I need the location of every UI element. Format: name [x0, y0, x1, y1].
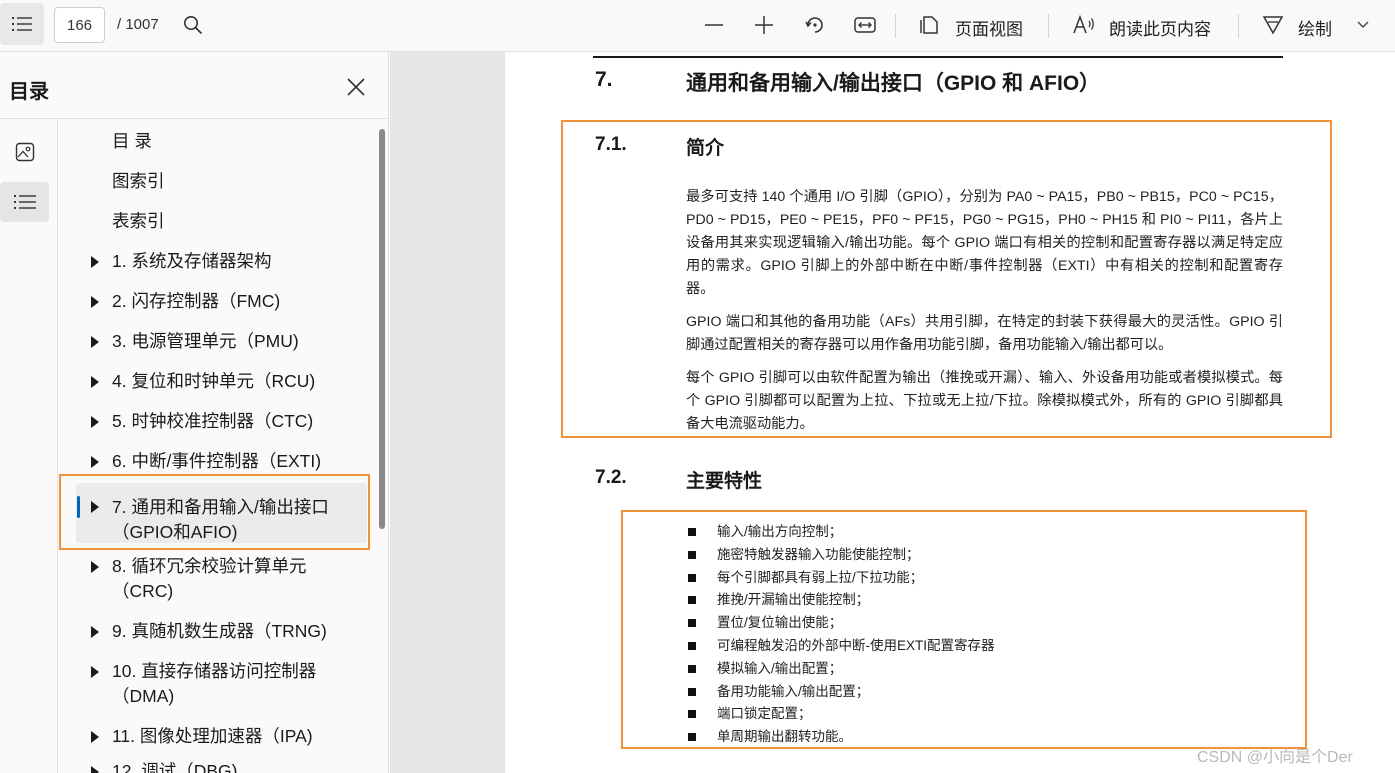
toc-item[interactable]: 4. 复位和时钟单元（RCU) — [59, 369, 369, 394]
draw-icon-wrap[interactable] — [1260, 12, 1286, 38]
page-view-button[interactable]: 页面视图 — [955, 15, 1023, 40]
plus-icon — [755, 16, 773, 34]
read-aloud-button[interactable]: 朗读此页内容 — [1109, 15, 1211, 40]
draw-icon — [1262, 16, 1284, 35]
draw-options-dropdown[interactable] — [1350, 12, 1376, 38]
toc-item-label: 4. 复位和时钟单元（RCU) — [112, 371, 316, 391]
highlight-box — [59, 474, 370, 550]
page-number-input[interactable]: 166 — [54, 7, 105, 43]
expand-arrow-icon[interactable] — [91, 666, 99, 678]
read-aloud-icon — [1073, 14, 1094, 34]
section-title: 主要特性 — [686, 471, 763, 492]
expand-arrow-icon[interactable] — [91, 561, 99, 573]
list-icon — [13, 195, 36, 209]
chapter-number: 7. — [595, 68, 613, 91]
toc-item-label: 9. 真随机数生成器（TRNG) — [112, 621, 327, 641]
toc-item-label: 11. 图像处理加速器（IPA) — [112, 726, 313, 746]
close-icon — [347, 78, 365, 96]
highlight-box — [561, 120, 1332, 438]
fit-width-button[interactable] — [852, 12, 878, 38]
expand-arrow-icon[interactable] — [91, 456, 99, 468]
toc-item[interactable]: 5. 时钟校准控制器（CTC) — [59, 409, 369, 434]
toc-item-label: 表索引 — [112, 211, 165, 231]
chapter-rule — [593, 56, 1283, 58]
toc-item-label: 3. 电源管理单元（PMU) — [112, 331, 299, 351]
sidebar-rail — [0, 119, 58, 773]
list-icon — [12, 17, 32, 31]
rotate-icon — [805, 17, 823, 33]
toc-item-label: 5. 时钟校准控制器（CTC) — [112, 411, 314, 431]
toc-item-label: 6. 中断/事件控制器（EXTI) — [112, 451, 322, 471]
expand-arrow-icon[interactable] — [91, 731, 99, 743]
toc-item[interactable]: 目 录 — [59, 129, 369, 154]
page-view-icon-wrap[interactable] — [917, 12, 943, 38]
toc-item-label: 8. 循环冗余校验计算单元（CRC) — [112, 556, 307, 601]
toc-item-label: 2. 闪存控制器（FMC) — [112, 291, 281, 311]
toc-item-label: 1. 系统及存储器架构 — [112, 251, 272, 271]
toolbar-divider — [895, 14, 896, 38]
watermark: CSDN @小向是个Der — [1197, 749, 1353, 766]
expand-arrow-icon[interactable] — [91, 766, 99, 773]
toolbar-divider — [1048, 14, 1049, 38]
toolbar: 166 / 1007 页面视图 朗读此页内容 绘制 — [0, 0, 1395, 52]
expand-arrow-icon[interactable] — [91, 416, 99, 428]
toc-item[interactable]: 12. 调试（DBG) — [59, 759, 369, 773]
toc-item-label: 图索引 — [112, 171, 165, 191]
toc-scrollbar[interactable] — [379, 129, 385, 529]
minus-icon — [705, 24, 723, 26]
toc-item[interactable]: 2. 闪存控制器（FMC) — [59, 289, 369, 314]
search-button[interactable] — [180, 12, 206, 38]
section-number: 7.2. — [595, 467, 627, 488]
toc-list: 目 录图索引表索引 1. 系统及存储器架构 2. 闪存控制器（FMC) 3. 电源管理… — [59, 119, 379, 773]
zoom-out-button[interactable] — [701, 12, 727, 38]
expand-arrow-icon[interactable] — [91, 296, 99, 308]
zoom-in-button[interactable] — [751, 12, 777, 38]
toolbar-divider — [1238, 14, 1239, 38]
toc-item-label: 目 录 — [112, 131, 152, 151]
image-icon — [15, 142, 34, 162]
toc-item[interactable]: 11. 图像处理加速器（IPA) — [59, 724, 369, 749]
toc-item[interactable]: 图索引 — [59, 169, 369, 194]
chevron-down-icon — [1357, 21, 1369, 28]
expand-arrow-icon[interactable] — [91, 336, 99, 348]
toc-item[interactable]: 10. 直接存储器访问控制器（DMA) — [59, 659, 369, 709]
page-total: / 1007 — [117, 16, 159, 33]
chapter-title: 通用和备用输入/输出接口（GPIO 和 AFIO） — [686, 72, 1101, 95]
toc-item-label: 10. 直接存储器访问控制器（DMA) — [112, 661, 317, 706]
fit-width-icon — [854, 17, 876, 33]
toc-item-label: 12. 调试（DBG) — [112, 761, 238, 773]
table-of-contents-toggle-button[interactable] — [0, 3, 44, 45]
toc-item[interactable]: 6. 中断/事件控制器（EXTI) — [59, 449, 369, 474]
toc-sidebar: 目录 目 录图索引表索引 1. 系统及存储器架构 2. 闪存控制器（FMC) 3. 电… — [0, 52, 389, 773]
search-icon — [184, 16, 203, 35]
toc-item[interactable]: 3. 电源管理单元（PMU) — [59, 329, 369, 354]
toc-item[interactable]: 1. 系统及存储器架构 — [59, 249, 369, 274]
sidebar-title: 目录 — [9, 81, 49, 103]
close-sidebar-button[interactable] — [343, 74, 369, 100]
toc-item[interactable]: 8. 循环冗余校验计算单元（CRC) — [59, 554, 369, 604]
rotate-button[interactable] — [802, 12, 828, 38]
highlight-box — [621, 510, 1307, 749]
read-aloud-icon-wrap[interactable] — [1072, 12, 1098, 38]
expand-arrow-icon[interactable] — [91, 256, 99, 268]
expand-arrow-icon[interactable] — [91, 376, 99, 388]
toc-item[interactable]: 表索引 — [59, 209, 369, 234]
outline-tab[interactable] — [0, 182, 49, 222]
expand-arrow-icon[interactable] — [91, 626, 99, 638]
page-view-icon — [920, 16, 938, 34]
draw-button[interactable]: 绘制 — [1298, 15, 1332, 40]
toc-item[interactable]: 9. 真随机数生成器（TRNG) — [59, 619, 369, 644]
thumbnails-tab[interactable] — [0, 132, 49, 172]
